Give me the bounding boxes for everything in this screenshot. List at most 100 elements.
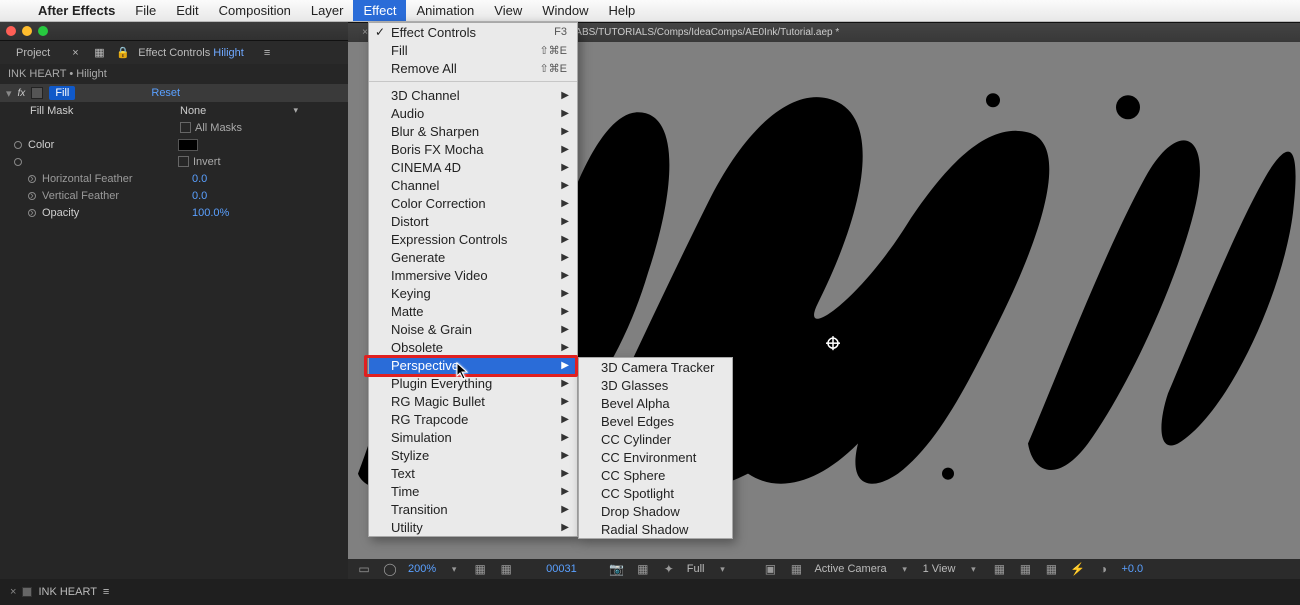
snapshot-icon[interactable]: ▦ bbox=[635, 562, 651, 576]
views-value[interactable]: 1 View bbox=[923, 563, 956, 575]
frame-value[interactable]: 00031 bbox=[546, 563, 577, 575]
menu-file[interactable]: File bbox=[125, 0, 166, 21]
stopwatch-icon[interactable] bbox=[28, 175, 36, 183]
tab-close-icon[interactable]: × bbox=[10, 586, 16, 598]
menu-item-utility[interactable]: Utility▶ bbox=[369, 518, 577, 536]
menu-item-immersive-video[interactable]: Immersive Video▶ bbox=[369, 266, 577, 284]
menu-item-boris-fx-mocha[interactable]: Boris FX Mocha▶ bbox=[369, 140, 577, 158]
menu-item-color-correction[interactable]: Color Correction▶ bbox=[369, 194, 577, 212]
effect-header[interactable]: ▾ fx Fill Reset bbox=[0, 84, 348, 102]
transparency-icon[interactable]: ▦ bbox=[788, 562, 804, 576]
exposure-icon[interactable]: ◑ bbox=[1095, 562, 1111, 576]
menu-item-cinema-4d[interactable]: CINEMA 4D▶ bbox=[369, 158, 577, 176]
menu-help[interactable]: Help bbox=[598, 0, 645, 21]
submenu-item-cc-spotlight[interactable]: CC Spotlight bbox=[579, 484, 732, 502]
menu-view[interactable]: View bbox=[484, 0, 532, 21]
chevron-down-icon[interactable]: ▾ bbox=[897, 562, 913, 576]
menu-item-3d-channel[interactable]: 3D Channel▶ bbox=[369, 86, 577, 104]
menu-animation[interactable]: Animation bbox=[406, 0, 484, 21]
menu-item-rg-trapcode[interactable]: RG Trapcode▶ bbox=[369, 410, 577, 428]
zoom-value[interactable]: 200% bbox=[408, 563, 436, 575]
menu-item-perspective[interactable]: Perspective▶ bbox=[369, 356, 577, 374]
stopwatch-icon[interactable] bbox=[14, 158, 22, 166]
panel-menu-icon[interactable]: ≡ bbox=[264, 47, 270, 59]
comp-tab[interactable]: INK HEART bbox=[38, 586, 96, 598]
menu-item-time[interactable]: Time▶ bbox=[369, 482, 577, 500]
perspective-submenu[interactable]: 3D Camera Tracker3D GlassesBevel AlphaBe… bbox=[578, 357, 733, 539]
submenu-item-drop-shadow[interactable]: Drop Shadow bbox=[579, 502, 732, 520]
menu-item[interactable]: Remove All⇧⌘E bbox=[369, 59, 577, 77]
submenu-item-cc-sphere[interactable]: CC Sphere bbox=[579, 466, 732, 484]
lock-icon[interactable]: 🔒 bbox=[108, 43, 124, 62]
menu-item-text[interactable]: Text▶ bbox=[369, 464, 577, 482]
menu-layer[interactable]: Layer bbox=[301, 0, 354, 21]
camera-icon[interactable]: 📷 bbox=[609, 562, 625, 576]
menu-item-plugin-everything[interactable]: Plugin Everything▶ bbox=[369, 374, 577, 392]
prop-fill-mask[interactable]: Fill Mask None ▾ bbox=[0, 102, 348, 119]
checkbox-icon[interactable] bbox=[180, 122, 191, 133]
adjust-icon[interactable]: ▦ bbox=[1043, 562, 1059, 576]
exposure-value[interactable]: +0.0 bbox=[1121, 563, 1143, 575]
menu-item-generate[interactable]: Generate▶ bbox=[369, 248, 577, 266]
menu-item-rg-magic-bullet[interactable]: RG Magic Bullet▶ bbox=[369, 392, 577, 410]
menu-item-simulation[interactable]: Simulation▶ bbox=[369, 428, 577, 446]
pixel-icon[interactable]: ▦ bbox=[1017, 562, 1033, 576]
prop-invert[interactable]: Invert bbox=[0, 153, 348, 170]
menu-item-obsolete[interactable]: Obsolete▶ bbox=[369, 338, 577, 356]
menu-item-channel[interactable]: Channel▶ bbox=[369, 176, 577, 194]
menu-item-noise-grain[interactable]: Noise & Grain▶ bbox=[369, 320, 577, 338]
stopwatch-icon[interactable] bbox=[28, 192, 36, 200]
chevron-down-icon[interactable]: ▾ bbox=[965, 562, 981, 576]
menu-item-blur-sharpen[interactable]: Blur & Sharpen▶ bbox=[369, 122, 577, 140]
menu-effect[interactable]: Effect bbox=[353, 0, 406, 21]
tab-effect-controls[interactable]: Effect Controls Hilight bbox=[130, 44, 252, 62]
prop-color[interactable]: Color bbox=[0, 136, 348, 153]
submenu-item-bevel-alpha[interactable]: Bevel Alpha bbox=[579, 394, 732, 412]
menu-item[interactable]: ✓Effect ControlsF3 bbox=[369, 23, 577, 41]
chevron-down-icon[interactable]: ▾ bbox=[446, 562, 462, 576]
fx-badge-icon[interactable]: fx bbox=[18, 88, 26, 99]
effect-visibility-icon[interactable] bbox=[31, 87, 43, 99]
submenu-item-3d-camera-tracker[interactable]: 3D Camera Tracker bbox=[579, 358, 732, 376]
stopwatch-icon[interactable] bbox=[28, 209, 36, 217]
chevron-down-icon[interactable]: ▾ bbox=[293, 105, 298, 116]
resolution-icon[interactable]: ▦ bbox=[472, 562, 488, 576]
window-zoom-icon[interactable] bbox=[38, 26, 48, 36]
menu-item[interactable]: Fill⇧⌘E bbox=[369, 41, 577, 59]
menu-item-expression-controls[interactable]: Expression Controls▶ bbox=[369, 230, 577, 248]
color-swatch[interactable] bbox=[178, 139, 198, 151]
menu-item-transition[interactable]: Transition▶ bbox=[369, 500, 577, 518]
comp-color-icon[interactable] bbox=[22, 587, 32, 597]
menu-item-stylize[interactable]: Stylize▶ bbox=[369, 446, 577, 464]
share-icon[interactable]: ▦ bbox=[991, 562, 1007, 576]
panel-menu-icon[interactable]: ≡ bbox=[103, 586, 109, 598]
monitor-icon[interactable]: ▭ bbox=[356, 562, 372, 576]
color-icon[interactable]: ✦ bbox=[661, 562, 677, 576]
menu-edit[interactable]: Edit bbox=[166, 0, 208, 21]
prop-vertical-feather[interactable]: › Vertical Feather 0.0 bbox=[0, 187, 348, 204]
camera-value[interactable]: Active Camera bbox=[814, 563, 886, 575]
grid-icon[interactable]: ▦ bbox=[498, 562, 514, 576]
window-minimize-icon[interactable] bbox=[22, 26, 32, 36]
menu-item-distort[interactable]: Distort▶ bbox=[369, 212, 577, 230]
tab-close-icon[interactable]: × bbox=[64, 44, 80, 62]
region-icon[interactable]: ▣ bbox=[762, 562, 778, 576]
menu-composition[interactable]: Composition bbox=[209, 0, 301, 21]
submenu-item-cc-environment[interactable]: CC Environment bbox=[579, 448, 732, 466]
effect-reset[interactable]: Reset bbox=[151, 87, 180, 99]
submenu-item-cc-cylinder[interactable]: CC Cylinder bbox=[579, 430, 732, 448]
checkbox-icon[interactable] bbox=[178, 156, 189, 167]
effect-name[interactable]: Fill bbox=[49, 86, 75, 100]
resolution-value[interactable]: Full bbox=[687, 563, 705, 575]
stopwatch-icon[interactable] bbox=[14, 141, 22, 149]
menu-item-keying[interactable]: Keying▶ bbox=[369, 284, 577, 302]
prop-horizontal-feather[interactable]: › Horizontal Feather 0.0 bbox=[0, 170, 348, 187]
submenu-item-bevel-edges[interactable]: Bevel Edges bbox=[579, 412, 732, 430]
menu-item-audio[interactable]: Audio▶ bbox=[369, 104, 577, 122]
prop-all-masks[interactable]: All Masks bbox=[0, 119, 348, 136]
chevron-down-icon[interactable]: ▾ bbox=[714, 562, 730, 576]
magnify-icon[interactable]: ◯ bbox=[382, 562, 398, 576]
window-close-icon[interactable] bbox=[6, 26, 16, 36]
prop-opacity[interactable]: › Opacity 100.0% bbox=[0, 204, 348, 221]
link-icon[interactable]: ▦ bbox=[86, 43, 102, 62]
